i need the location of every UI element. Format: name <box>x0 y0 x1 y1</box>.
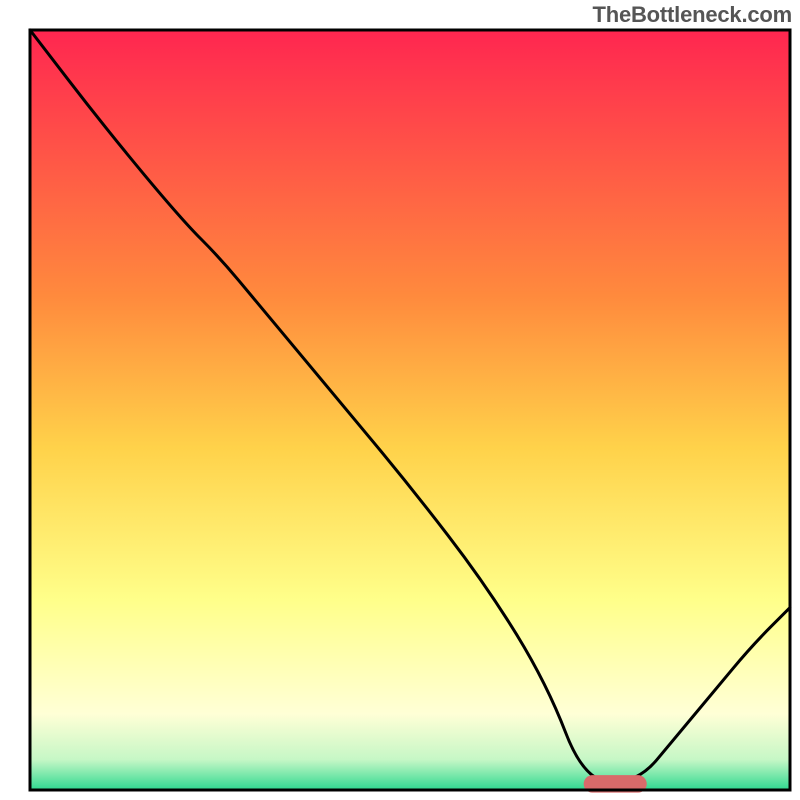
chart-svg <box>0 0 800 800</box>
plot-area <box>30 30 790 790</box>
gradient-background <box>30 30 790 790</box>
watermark-text: TheBottleneck.com <box>592 2 792 28</box>
bottleneck-chart: TheBottleneck.com <box>0 0 800 800</box>
